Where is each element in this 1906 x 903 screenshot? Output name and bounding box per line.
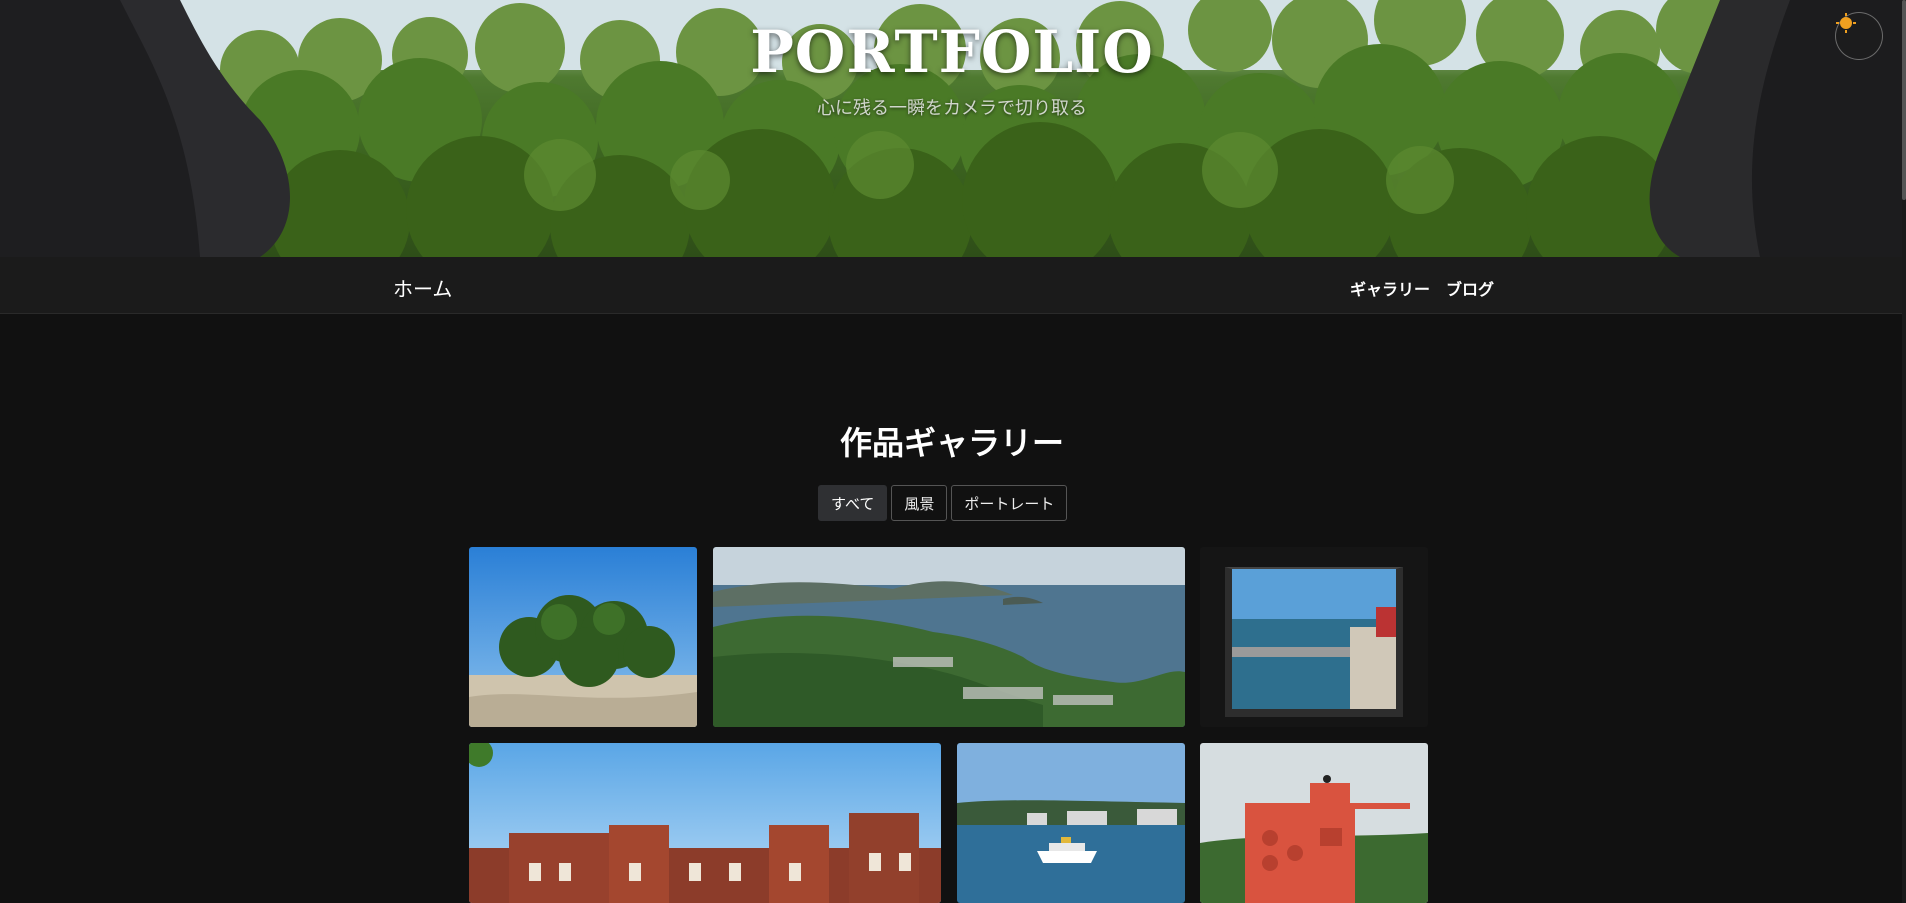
island-beach-image [469,547,697,727]
gallery-filter-bar: すべて 風景 ポートレート [818,485,1068,521]
ferry-boat-image [957,743,1185,903]
main-navbar: ホーム ギャラリー ブログ [0,257,1904,314]
gallery-photo-coastal-panorama[interactable] [713,547,1185,727]
gallery-photo-island-beach[interactable] [469,547,697,727]
filter-portrait-button[interactable]: ポートレート [951,485,1068,521]
gallery-photo-ferry-boat[interactable] [957,743,1185,903]
theme-toggle-button[interactable] [1835,12,1883,60]
coastal-panorama-image [713,547,1185,727]
gallery-photo-harbor-window[interactable] [1200,547,1428,727]
sun-icon [1836,13,1856,33]
gallery-photo-brick-building[interactable] [469,743,941,903]
site-title: PORTFOLIO [750,18,1154,86]
scrollbar-thumb[interactable] [1902,0,1906,200]
nav-home-link[interactable]: ホーム [393,273,452,302]
harbor-window-image [1200,547,1428,727]
site-subtitle: 心に残る一瞬をカメラで切り取る [817,98,1087,119]
filter-landscape-button[interactable]: 風景 [891,485,948,521]
brick-building-image [469,743,941,903]
gallery-title: 作品ギャラリー [839,424,1064,462]
hero-banner: PORTFOLIO 心に残る一瞬をカメラで切り取る [0,0,1904,257]
nav-link-gallery[interactable]: ギャラリー [1350,276,1430,300]
gallery-photo-red-tower[interactable] [1200,743,1428,903]
red-tower-image [1200,743,1428,903]
nav-links: ギャラリー ブログ [1350,276,1494,300]
filter-all-button[interactable]: すべて [818,485,888,521]
nav-link-blog[interactable]: ブログ [1446,276,1494,300]
